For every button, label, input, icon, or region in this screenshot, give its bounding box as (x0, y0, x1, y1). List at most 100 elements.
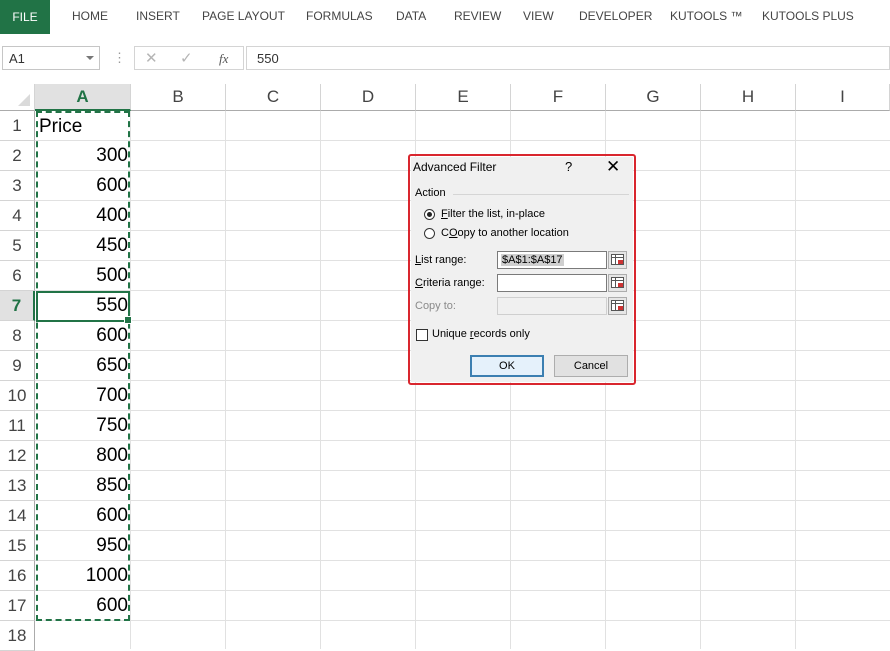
cancel-icon[interactable]: ✕ (145, 49, 158, 67)
row-header-4[interactable]: 4 (0, 201, 35, 231)
tab-home[interactable]: HOME (72, 9, 108, 23)
cell-a12[interactable]: 800 (36, 441, 128, 471)
row-header-8[interactable]: 8 (0, 321, 35, 351)
row-header-2[interactable]: 2 (0, 141, 35, 171)
cell-a1[interactable]: Price (39, 112, 82, 142)
column-header-f[interactable]: F (511, 84, 606, 111)
row-header-7[interactable]: 7 (0, 291, 35, 321)
criteria-range-input[interactable] (497, 274, 607, 292)
row-header-5[interactable]: 5 (0, 231, 35, 261)
insert-function-icon[interactable]: fx (219, 51, 228, 67)
group-divider (453, 194, 629, 195)
active-cell-border (36, 291, 132, 324)
cell-a6[interactable]: 500 (36, 261, 128, 291)
unique-records-text: ecords only (473, 328, 530, 340)
list-range-text: ist range: (421, 254, 467, 266)
action-group-label: Action (415, 187, 446, 199)
name-box-value: A1 (9, 51, 25, 66)
copy-to-collapse-button (608, 297, 627, 315)
row-header-13[interactable]: 13 (0, 471, 35, 501)
help-icon[interactable]: ? (565, 159, 572, 174)
cell-a10[interactable]: 700 (36, 381, 128, 411)
criteria-range-label: Criteria range: (415, 277, 485, 289)
cell-a4[interactable]: 400 (36, 201, 128, 231)
filter-in-place-radio[interactable] (424, 209, 435, 220)
row-header-12[interactable]: 12 (0, 441, 35, 471)
tab-kutools[interactable]: KUTOOLS ™ (670, 9, 742, 23)
formula-buttons: ✕ ✓ fx (134, 46, 244, 70)
column-header-c[interactable]: C (226, 84, 321, 111)
tab-developer[interactable]: DEVELOPER (579, 9, 652, 23)
row-header-10[interactable]: 10 (0, 381, 35, 411)
criteria-range-accesskey: C (415, 277, 423, 289)
close-icon[interactable]: ✕ (606, 157, 620, 177)
copy-to-location-text: opy to another location (457, 227, 569, 239)
enter-icon[interactable]: ✓ (180, 49, 193, 67)
copy-to-location-radio[interactable] (424, 228, 435, 239)
row-header-14[interactable]: 14 (0, 501, 35, 531)
select-all-corner[interactable] (0, 84, 35, 111)
chevron-down-icon[interactable] (86, 56, 94, 60)
tab-review[interactable]: REVIEW (454, 9, 501, 23)
range-select-icon (611, 254, 624, 265)
formula-value: 550 (257, 51, 279, 66)
cell-a9[interactable]: 650 (36, 351, 128, 381)
tab-view[interactable]: VIEW (523, 9, 554, 23)
row-header-9[interactable]: 9 (0, 351, 35, 381)
cell-a2[interactable]: 300 (36, 141, 128, 171)
cell-a5[interactable]: 450 (36, 231, 128, 261)
tab-insert[interactable]: INSERT (136, 9, 180, 23)
name-box[interactable]: A1 (2, 46, 100, 70)
copy-to-label: Copy to: (415, 300, 456, 312)
cell-a17[interactable]: 600 (36, 591, 128, 621)
cell-a13[interactable]: 850 (36, 471, 128, 501)
list-range-collapse-button[interactable] (608, 251, 627, 269)
cell-a11[interactable]: 750 (36, 411, 128, 441)
cell-a8[interactable]: 600 (36, 321, 128, 351)
list-range-value: $A$1:$A$17 (501, 254, 564, 266)
unique-records-label[interactable]: Unique records only (432, 328, 530, 340)
criteria-range-collapse-button[interactable] (608, 274, 627, 292)
column-header-i[interactable]: I (796, 84, 890, 111)
tab-data[interactable]: DATA (396, 9, 426, 23)
row-header-6[interactable]: 6 (0, 261, 35, 291)
row-header-16[interactable]: 16 (0, 561, 35, 591)
column-header-h[interactable]: H (701, 84, 796, 111)
copy-to-location-prefix: C (441, 227, 449, 239)
copy-to-location-label[interactable]: COopy to another location (441, 227, 569, 239)
row-header-1[interactable]: 1 (0, 111, 35, 141)
advanced-filter-dialog: Advanced Filter ? ✕ Action Filter the li… (411, 157, 633, 382)
tab-formulas[interactable]: FORMULAS (306, 9, 373, 23)
column-header-a[interactable]: A (35, 84, 131, 111)
column-header-b[interactable]: B (131, 84, 226, 111)
column-header-e[interactable]: E (416, 84, 511, 111)
column-header-g[interactable]: G (606, 84, 701, 111)
row-header-18[interactable]: 18 (0, 621, 35, 651)
list-range-label: List range: (415, 254, 466, 266)
tab-kutools-plus[interactable]: KUTOOLS PLUS (762, 9, 854, 23)
row-header-15[interactable]: 15 (0, 531, 35, 561)
more-icon: ⋮ (113, 50, 126, 65)
cell-a3[interactable]: 600 (36, 171, 128, 201)
formula-bar: A1 ⋮ ✕ ✓ fx 550 (0, 44, 890, 74)
cell-a16[interactable]: 1000 (36, 561, 128, 591)
unique-records-prefix: Unique (432, 328, 470, 340)
tab-file[interactable]: FILE (0, 0, 50, 34)
list-range-input[interactable]: $A$1:$A$17 (497, 251, 607, 269)
formula-input[interactable]: 550 (246, 46, 890, 70)
fill-handle[interactable] (124, 316, 132, 324)
cancel-button[interactable]: Cancel (554, 355, 628, 377)
row-header-17[interactable]: 17 (0, 591, 35, 621)
ok-button[interactable]: OK (470, 355, 544, 377)
copy-to-location-accesskey: O (448, 227, 458, 239)
cell-a15[interactable]: 950 (36, 531, 128, 561)
filter-in-place-label[interactable]: Filter the list, in-place (441, 208, 545, 220)
copy-to-input (497, 297, 607, 315)
row-header-3[interactable]: 3 (0, 171, 35, 201)
unique-records-checkbox[interactable] (416, 329, 428, 341)
row-header-11[interactable]: 11 (0, 411, 35, 441)
filter-in-place-text: ilter the list, in-place (447, 208, 545, 220)
cell-a14[interactable]: 600 (36, 501, 128, 531)
tab-page-layout[interactable]: PAGE LAYOUT (202, 9, 285, 23)
column-header-d[interactable]: D (321, 84, 416, 111)
